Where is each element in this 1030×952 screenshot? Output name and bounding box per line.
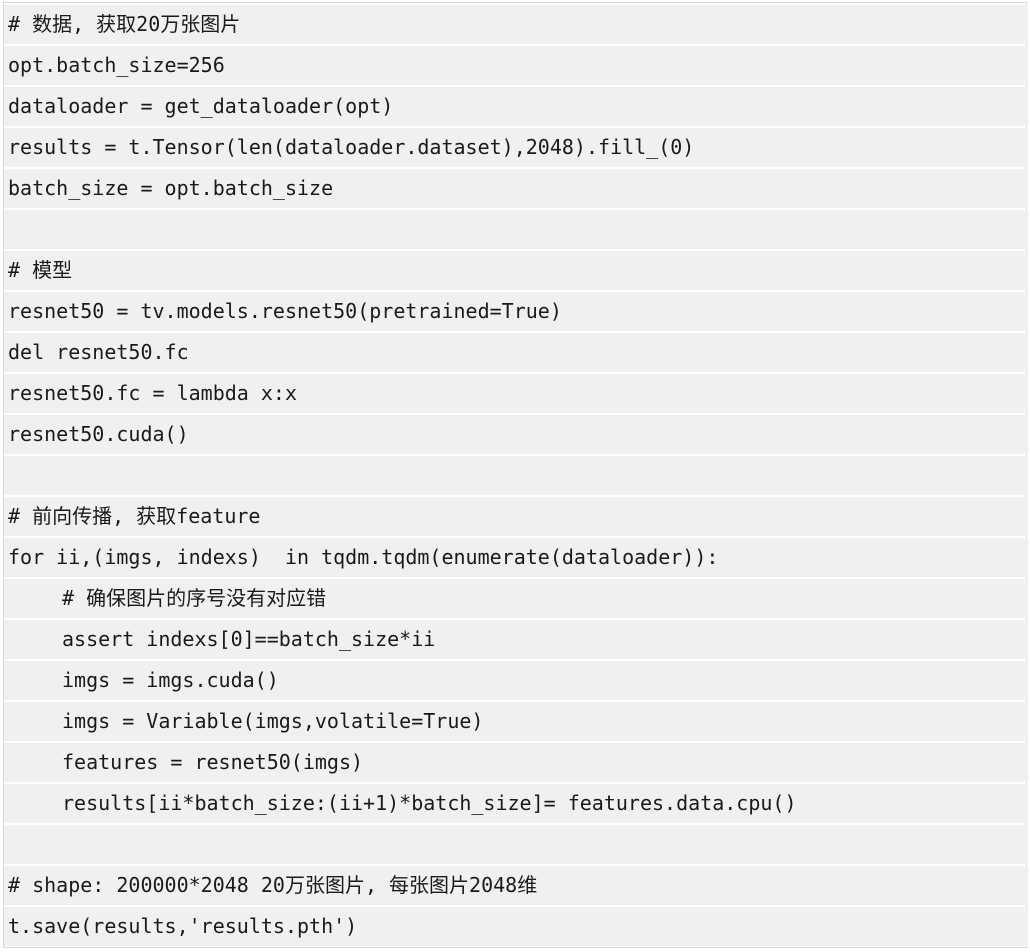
code-line: # 数据, 获取20万张图片: [4, 5, 1028, 44]
code-line: # 前向传播, 获取feature: [4, 497, 1028, 536]
code-line: resnet50.cuda(): [4, 415, 1028, 454]
code-line: results = t.Tensor(len(dataloader.datase…: [4, 128, 1028, 167]
code-line: features = resnet50(imgs): [4, 743, 1028, 782]
code-line: del resnet50.fc: [4, 333, 1028, 372]
code-line-blank: [4, 456, 1028, 495]
code-line: t.save(results,'results.pth'): [4, 907, 1028, 946]
code-line: dataloader = get_dataloader(opt): [4, 87, 1028, 126]
code-line-blank: [4, 210, 1028, 249]
code-line: # 确保图片的序号没有对应错: [4, 579, 1028, 618]
code-line-blank: [4, 825, 1028, 864]
code-line: results[ii*batch_size:(ii+1)*batch_size]…: [4, 784, 1028, 823]
code-line: imgs = Variable(imgs,volatile=True): [4, 702, 1028, 741]
code-block: # 数据, 获取20万张图片 opt.batch_size=256 dataload…: [3, 2, 1028, 948]
code-line: assert indexs[0]==batch_size*ii: [4, 620, 1028, 659]
code-line: opt.batch_size=256: [4, 46, 1028, 85]
code-line: imgs = imgs.cuda(): [4, 661, 1028, 700]
code-line: batch_size = opt.batch_size: [4, 169, 1028, 208]
code-line: resnet50 = tv.models.resnet50(pretrained…: [4, 292, 1028, 331]
code-line: for ii,(imgs, indexs) in tqdm.tqdm(enume…: [4, 538, 1028, 577]
code-line: # 模型: [4, 251, 1028, 290]
code-line: resnet50.fc = lambda x:x: [4, 374, 1028, 413]
code-line: # shape: 200000*2048 20万张图片, 每张图片2048维: [4, 866, 1028, 905]
